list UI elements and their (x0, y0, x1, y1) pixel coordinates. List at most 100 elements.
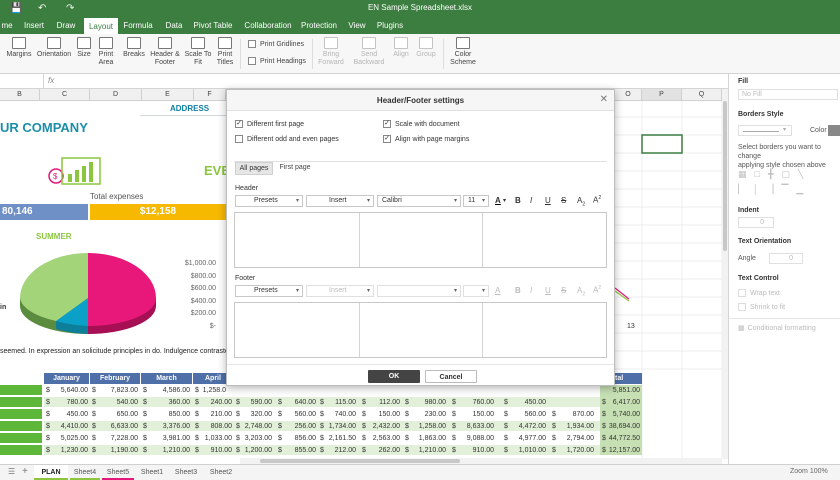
table-cell[interactable]: 1,258.00 (411, 422, 446, 431)
table-cell[interactable]: 6,417.00 (608, 398, 640, 407)
print-titles-button[interactable]: Print Titles (214, 37, 236, 67)
table-cell[interactable]: 150.00 (368, 410, 400, 419)
add-sheet-icon[interactable]: + (22, 466, 28, 477)
align-button[interactable]: Align (390, 37, 412, 59)
table-cell[interactable]: 1,033.00 (202, 434, 232, 443)
different-first-page-checkbox[interactable]: ✓ Different first page (235, 120, 304, 128)
size-button[interactable]: Size (74, 37, 94, 59)
column-header[interactable]: C (40, 89, 90, 101)
table-cell[interactable]: 855.00 (284, 446, 316, 455)
table-cell[interactable]: 560.00 (284, 410, 316, 419)
sheet-tab-sheet5[interactable]: Sheet5 (102, 465, 134, 480)
border-outer-icon[interactable]: ▢ (781, 169, 798, 179)
border-line-select[interactable]: ▾ (738, 125, 792, 136)
underline-icon[interactable]: U (545, 196, 551, 205)
superscript-icon[interactable]: A2 (593, 195, 601, 205)
table-cell[interactable]: 1,734.00 (326, 422, 356, 431)
table-cell[interactable]: 44,772.50 (608, 434, 640, 443)
table-cell[interactable]: 856.00 (284, 434, 316, 443)
table-cell[interactable]: 2,161.50 (326, 434, 356, 443)
table-cell[interactable]: 360.00 (153, 398, 190, 407)
border-color-swatch[interactable] (828, 125, 840, 136)
border-left-icon[interactable]: ▏ (738, 184, 753, 194)
border-diag-icon[interactable]: ╲ (798, 169, 811, 179)
table-cell[interactable]: 1,200.00 (242, 446, 272, 455)
menu-icon[interactable]: ☰ (8, 467, 15, 476)
border-bottom-icon[interactable]: ▁ (796, 184, 811, 194)
fill-select[interactable]: No Fill (738, 89, 838, 100)
table-cell[interactable]: 320.00 (242, 410, 272, 419)
bold-icon[interactable]: B (515, 196, 521, 205)
strikethrough-icon[interactable]: S (561, 196, 566, 205)
margins-button[interactable]: Margins (4, 37, 34, 59)
table-cell[interactable]: 1,210.00 (153, 446, 190, 455)
footer-presets-select[interactable]: Presets ▾ (235, 285, 303, 297)
table-cell[interactable]: 6,633.00 (102, 422, 138, 431)
table-cell[interactable]: 38,694.00 (608, 422, 640, 431)
table-cell[interactable]: 1,230.00 (56, 446, 88, 455)
indent-stepper[interactable]: 0 (738, 217, 774, 228)
table-cell[interactable]: 590.00 (242, 398, 272, 407)
table-cell[interactable]: 1,010.00 (510, 446, 546, 455)
table-cell[interactable]: 910.00 (458, 446, 494, 455)
align-with-margins-checkbox[interactable]: ✓ Align with page margins (383, 135, 469, 143)
tab-insert[interactable]: Insert (18, 17, 50, 34)
footer-editor[interactable] (234, 302, 607, 358)
scale-to-fit-button[interactable]: Scale To Fit (184, 37, 212, 67)
angle-stepper[interactable]: 0 (769, 253, 803, 264)
table-cell[interactable]: 7,823.00 (102, 386, 138, 395)
table-cell[interactable]: 9,088.00 (458, 434, 494, 443)
ok-button[interactable]: OK (368, 370, 420, 383)
table-cell[interactable]: 1,210.00 (411, 446, 446, 455)
header-insert-select[interactable]: Insert ▾ (306, 195, 374, 207)
cancel-button[interactable]: Cancel (425, 370, 477, 383)
table-cell[interactable]: 850.00 (153, 410, 190, 419)
table-cell[interactable]: 740.00 (326, 410, 356, 419)
header-font-select[interactable]: Calibri ▾ (377, 195, 461, 207)
table-cell[interactable]: 4,410.00 (56, 422, 88, 431)
table-cell[interactable]: 808.00 (202, 422, 232, 431)
table-cell[interactable]: 240.00 (202, 398, 232, 407)
table-cell[interactable]: 5,025.00 (56, 434, 88, 443)
tab-all-pages[interactable]: All pages (235, 162, 273, 175)
shrink-to-fit-checkbox[interactable]: Shrink to fit (738, 303, 785, 311)
border-all-icon[interactable]: ▦ (738, 169, 755, 179)
tab-collaboration[interactable]: Collaboration (240, 17, 296, 34)
table-cell[interactable]: 2,563.00 (368, 434, 400, 443)
tab-plugins[interactable]: Plugins (374, 17, 406, 34)
scrollbar-thumb[interactable] (723, 101, 727, 251)
tab-first-page[interactable]: First page (275, 162, 315, 175)
header-size-select[interactable]: 11 ▾ (463, 195, 489, 207)
table-cell[interactable]: 7,228.00 (102, 434, 138, 443)
table-cell[interactable]: 450.00 (510, 398, 546, 407)
send-backward-button[interactable]: Send Backward (352, 37, 386, 67)
table-cell[interactable]: 5,640.00 (56, 386, 88, 395)
table-cell[interactable]: 115.00 (326, 398, 356, 407)
table-cell[interactable]: 1,863.00 (411, 434, 446, 443)
table-cell[interactable]: 2,794.00 (558, 434, 594, 443)
tab-pivot-table[interactable]: Pivot Table (190, 17, 236, 34)
tab-data[interactable]: Data (160, 17, 188, 34)
print-area-button[interactable]: Print Area (96, 37, 116, 67)
table-cell[interactable]: 212.00 (326, 446, 356, 455)
table-cell[interactable]: 210.00 (202, 410, 232, 419)
border-right-icon[interactable]: ▕ (767, 184, 782, 194)
font-color-icon[interactable]: A (495, 196, 501, 205)
table-cell[interactable]: 262.00 (368, 446, 400, 455)
column-header[interactable]: O (615, 89, 642, 101)
tab-draw[interactable]: Draw (52, 17, 80, 34)
table-cell[interactable]: 150.00 (458, 410, 494, 419)
tab-view[interactable]: View (344, 17, 370, 34)
table-cell[interactable]: 4,472.00 (510, 422, 546, 431)
font-color-icon[interactable]: A (495, 286, 500, 295)
table-cell[interactable]: 2,748.00 (242, 422, 272, 431)
border-inner-icon[interactable]: ╋ (768, 169, 781, 179)
wrap-text-checkbox[interactable]: Wrap text (738, 289, 780, 297)
table-cell[interactable]: 780.00 (56, 398, 88, 407)
footer-insert-select[interactable]: Insert ▾ (306, 285, 374, 297)
table-cell[interactable]: 1,258.0 (202, 386, 226, 395)
subscript-icon[interactable]: A2 (577, 196, 585, 208)
header-editor[interactable] (234, 212, 607, 268)
function-icon[interactable]: fx (48, 76, 54, 85)
table-cell[interactable]: 560.00 (510, 410, 546, 419)
